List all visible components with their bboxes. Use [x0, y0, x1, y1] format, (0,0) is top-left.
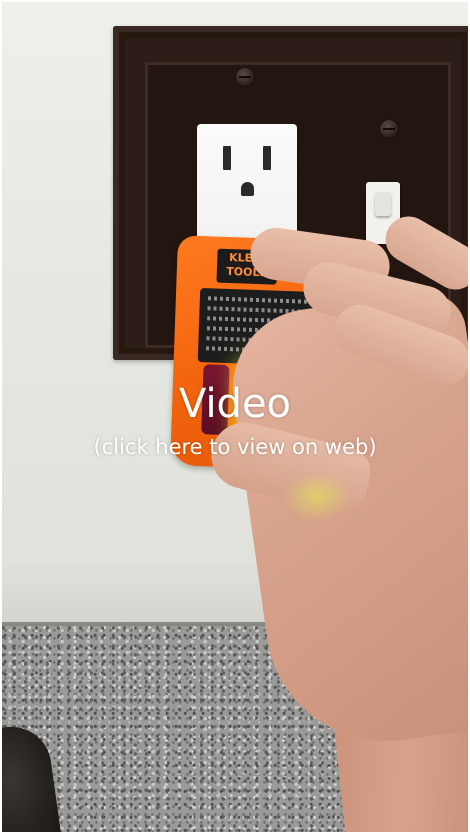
- legend-row: [207, 296, 308, 304]
- outlet-slot: [223, 146, 231, 170]
- screw-icon: [380, 120, 398, 138]
- screw-icon: [236, 68, 254, 86]
- indicator-light-red: [201, 364, 230, 436]
- light-glow: [282, 472, 352, 522]
- switch-toggle: [375, 192, 391, 216]
- outlet-ground-hole: [241, 182, 254, 196]
- outlet-slot: [263, 146, 271, 170]
- video-thumbnail-link[interactable]: KLEIN TOOLS Video (click here to view on…: [2, 2, 468, 832]
